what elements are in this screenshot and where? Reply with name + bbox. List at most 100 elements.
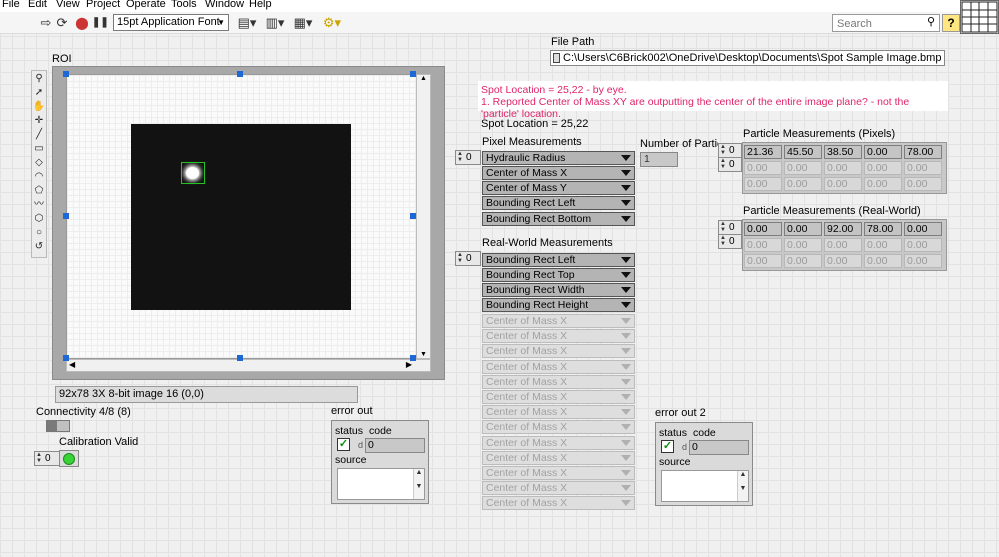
particle-real-row-index[interactable]: ▲ ▼ 0 bbox=[718, 220, 742, 235]
menu-window[interactable]: Window bbox=[205, 0, 244, 10]
line-tool-icon[interactable]: ╱ bbox=[32, 128, 46, 142]
array-cell[interactable]: 0.00 bbox=[784, 222, 822, 236]
scroll-right-icon[interactable]: ▶ bbox=[406, 360, 412, 369]
freehand-region-icon[interactable]: ⬡ bbox=[32, 212, 46, 226]
real-world-measurement-select[interactable]: Bounding Rect Left bbox=[482, 253, 635, 267]
increment-icon[interactable]: ▲ ▼ bbox=[720, 158, 726, 170]
array-cell[interactable]: 0.00 bbox=[744, 177, 782, 191]
roi-handle[interactable] bbox=[63, 213, 69, 219]
pixel-measurement-select[interactable]: Hydraulic Radius bbox=[482, 151, 635, 165]
increment-icon[interactable]: ▲ ▼ bbox=[720, 144, 726, 156]
reorder-icon[interactable]: ⚙▾ bbox=[320, 15, 344, 31]
file-path-field[interactable]: C:\Users\C6Brick002\OneDrive\Desktop\Doc… bbox=[550, 50, 945, 66]
array-cell[interactable]: 0.00 bbox=[744, 238, 782, 252]
rectangle-tool-icon[interactable]: ▭ bbox=[32, 142, 46, 156]
increment-icon[interactable]: ▲ ▼ bbox=[457, 151, 463, 163]
array-cell[interactable]: 0.00 bbox=[784, 254, 822, 268]
menu-view[interactable]: View bbox=[56, 0, 80, 10]
zoom-icon[interactable]: ⚲ bbox=[32, 72, 46, 86]
array-cell[interactable]: 38.50 bbox=[824, 145, 862, 159]
array-cell[interactable]: 0.00 bbox=[744, 222, 782, 236]
array-cell[interactable]: 0.00 bbox=[824, 161, 862, 175]
array-cell[interactable]: 92.00 bbox=[824, 222, 862, 236]
scroll-down-icon[interactable]: ▼ bbox=[420, 351, 427, 358]
real-world-measurement-select[interactable]: Bounding Rect Top bbox=[482, 268, 635, 282]
abort-stop-icon[interactable]: ⬤ bbox=[74, 15, 90, 31]
error-source-text[interactable]: ▲ ▼ bbox=[337, 468, 425, 500]
particle-pixels-col-index[interactable]: ▲ ▼ 0 bbox=[718, 157, 742, 172]
array-cell[interactable]: 0.00 bbox=[904, 161, 942, 175]
array-cell[interactable]: 0.00 bbox=[864, 177, 902, 191]
error-source-text[interactable]: ▲ ▼ bbox=[661, 470, 749, 502]
scrollbar[interactable]: ▲ ▼ bbox=[413, 469, 424, 499]
menu-project[interactable]: Project bbox=[86, 0, 120, 10]
connectivity-switch[interactable] bbox=[46, 420, 70, 432]
increment-icon[interactable]: ▲ ▼ bbox=[457, 252, 463, 264]
array-cell[interactable]: 0.00 bbox=[784, 177, 822, 191]
real-world-index[interactable]: ▲ ▼ 0 bbox=[455, 251, 481, 266]
polygon-tool-icon[interactable]: ⬠ bbox=[32, 184, 46, 198]
rotated-rect-tool-icon[interactable]: ◇ bbox=[32, 156, 46, 170]
menu-tools[interactable]: Tools bbox=[171, 0, 197, 10]
oval-tool-icon[interactable]: ○ bbox=[32, 226, 46, 240]
roi-handle[interactable] bbox=[410, 355, 416, 361]
roi-handle[interactable] bbox=[63, 71, 69, 77]
array-cell[interactable]: 0.00 bbox=[744, 254, 782, 268]
vertical-scrollbar[interactable]: ▲ ▼ bbox=[416, 74, 431, 359]
array-cell[interactable]: 78.00 bbox=[904, 145, 942, 159]
run-arrow-icon[interactable]: ⇨ bbox=[38, 15, 54, 31]
array-cell[interactable]: 0.00 bbox=[864, 145, 902, 159]
real-world-measurement-select[interactable]: Bounding Rect Height bbox=[482, 298, 635, 312]
array-cell[interactable]: 0.00 bbox=[784, 161, 822, 175]
pixel-measurements-index[interactable]: ▲ ▼ 0 bbox=[455, 150, 481, 165]
distribute-objects-icon[interactable]: ▥▾ bbox=[264, 15, 286, 31]
array-cell[interactable]: 0.00 bbox=[904, 222, 942, 236]
pointer-icon[interactable]: ➚ bbox=[32, 86, 46, 100]
roi-handle[interactable] bbox=[410, 213, 416, 219]
array-cell[interactable]: 0.00 bbox=[864, 161, 902, 175]
scroll-left-icon[interactable]: ◀ bbox=[69, 360, 75, 369]
array-cell[interactable]: 45.50 bbox=[784, 145, 822, 159]
array-cell[interactable]: 0.00 bbox=[824, 238, 862, 252]
particle-real-col-index[interactable]: ▲ ▼ 0 bbox=[718, 234, 742, 249]
menu-operate[interactable]: Operate bbox=[126, 0, 166, 10]
annulus-tool-icon[interactable]: ◠ bbox=[32, 170, 46, 184]
roi-handle[interactable] bbox=[63, 355, 69, 361]
array-cell[interactable]: 0.00 bbox=[824, 254, 862, 268]
pixel-measurement-select[interactable]: Bounding Rect Left bbox=[482, 196, 635, 210]
freehand-tool-icon[interactable]: 〰 bbox=[32, 198, 46, 212]
increment-icon[interactable]: ▲ ▼ bbox=[720, 221, 726, 233]
array-cell[interactable]: 0.00 bbox=[784, 238, 822, 252]
help-button[interactable]: ? bbox=[942, 14, 960, 32]
point-tool-icon[interactable]: ✛ bbox=[32, 114, 46, 128]
pixel-measurement-select[interactable]: Bounding Rect Bottom bbox=[482, 212, 635, 226]
array-cell[interactable]: 78.00 bbox=[864, 222, 902, 236]
search-input[interactable] bbox=[837, 17, 917, 30]
menu-edit[interactable]: Edit bbox=[28, 0, 47, 10]
horizontal-scrollbar[interactable]: ◀ ▶ bbox=[66, 359, 431, 372]
run-continuously-icon[interactable]: ⟳ bbox=[54, 15, 70, 31]
roi-handle[interactable] bbox=[237, 71, 243, 77]
array-cell[interactable]: 0.00 bbox=[864, 238, 902, 252]
array-cell[interactable]: 0.00 bbox=[824, 177, 862, 191]
scroll-up-icon[interactable]: ▲ bbox=[420, 75, 427, 82]
real-world-measurement-select[interactable]: Bounding Rect Width bbox=[482, 283, 635, 297]
array-cell[interactable]: 0.00 bbox=[904, 177, 942, 191]
menu-help[interactable]: Help bbox=[249, 0, 272, 10]
connector-pane-icon[interactable] bbox=[960, 0, 999, 34]
calibration-index[interactable]: ▲ ▼ 0 bbox=[34, 451, 60, 466]
pixel-measurement-select[interactable]: Center of Mass X bbox=[482, 166, 635, 180]
increment-icon[interactable]: ▲ ▼ bbox=[36, 452, 42, 464]
array-cell[interactable]: 21.36 bbox=[744, 145, 782, 159]
pixel-measurement-select[interactable]: Center of Mass Y bbox=[482, 181, 635, 195]
font-select[interactable]: 15pt Application Font ▼ bbox=[113, 14, 229, 31]
menu-file[interactable]: File bbox=[2, 0, 20, 10]
array-cell[interactable]: 0.00 bbox=[904, 238, 942, 252]
pan-hand-icon[interactable]: ✋ bbox=[32, 100, 46, 114]
array-cell[interactable]: 0.00 bbox=[744, 161, 782, 175]
resize-objects-icon[interactable]: ▦▾ bbox=[292, 15, 314, 31]
scrollbar[interactable]: ▲ ▼ bbox=[737, 471, 748, 501]
increment-icon[interactable]: ▲ ▼ bbox=[720, 235, 726, 247]
broken-line-tool-icon[interactable]: ↺ bbox=[32, 240, 46, 254]
pause-icon[interactable]: ❚❚ bbox=[92, 15, 109, 31]
